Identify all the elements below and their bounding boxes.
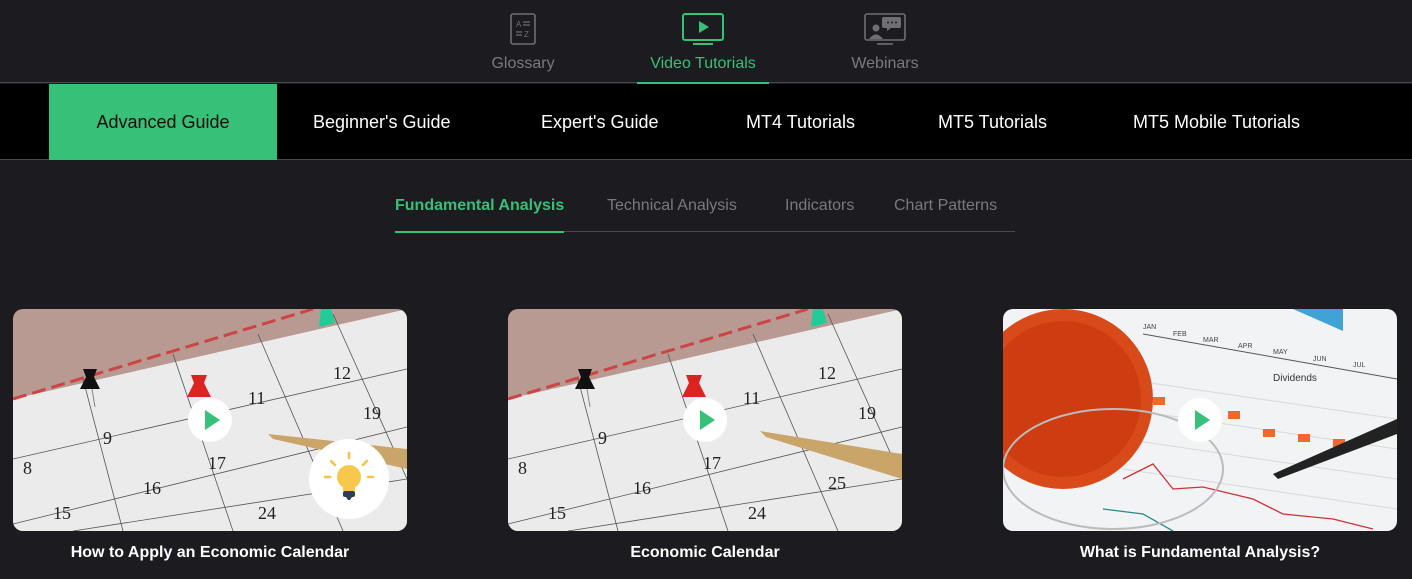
category-bar: Advanced Guide Beginner's Guide Expert's…: [0, 84, 1412, 160]
svg-text:JUL: JUL: [1353, 362, 1366, 369]
webinar-presenter-icon: [864, 13, 906, 51]
topic-tabs: Fundamental Analysis Technical Analysis …: [395, 190, 1015, 233]
video-card[interactable]: 9 17 11 12 19 16 15 24 25 8 Economic Calendar: [508, 309, 902, 562]
video-title[interactable]: Economic Calendar: [508, 544, 902, 562]
video-thumbnail[interactable]: 9 17 11 12 19 16 15 24 25 8: [508, 309, 902, 531]
svg-text:Dividends: Dividends: [1273, 373, 1317, 384]
svg-text:16: 16: [143, 478, 161, 498]
svg-text:FEB: FEB: [1173, 331, 1187, 338]
category-experts-guide[interactable]: Expert's Guide: [541, 84, 659, 160]
svg-text:16: 16: [633, 478, 651, 498]
category-beginners-guide[interactable]: Beginner's Guide: [313, 84, 451, 160]
svg-text:15: 15: [53, 503, 71, 523]
nav-video-tutorials[interactable]: Video Tutorials: [637, 0, 769, 84]
category-advanced-guide[interactable]: Advanced Guide: [49, 84, 277, 160]
svg-text:15: 15: [548, 503, 566, 523]
category-mt4-tutorials[interactable]: MT4 Tutorials: [746, 84, 855, 160]
svg-text:A: A: [516, 20, 522, 29]
category-mt5-mobile-tutorials[interactable]: MT5 Mobile Tutorials: [1133, 84, 1300, 160]
glossary-az-icon: AZ: [510, 13, 536, 50]
svg-text:17: 17: [703, 453, 721, 473]
nav-webinars-label: Webinars: [851, 55, 919, 72]
svg-text:Z: Z: [524, 30, 529, 39]
video-title[interactable]: How to Apply an Economic Calendar: [13, 544, 407, 562]
video-monitor-icon: [682, 13, 724, 51]
video-card[interactable]: JAN FEB MAR APR MAY JUN JUL Dividends What is …: [1003, 309, 1397, 562]
svg-text:12: 12: [333, 363, 351, 383]
svg-text:19: 19: [858, 403, 876, 423]
nav-webinars[interactable]: Webinars: [838, 0, 932, 83]
svg-text:11: 11: [743, 388, 760, 408]
section-nav: AZ Glossary Video Tutorials Webinars: [0, 0, 1412, 84]
video-thumbnail[interactable]: JAN FEB MAR APR MAY JUN JUL Dividends: [1003, 309, 1397, 531]
svg-text:24: 24: [748, 503, 766, 523]
category-mt5-tutorials[interactable]: MT5 Tutorials: [938, 84, 1047, 160]
svg-text:25: 25: [828, 473, 846, 493]
svg-text:8: 8: [518, 458, 527, 478]
nav-glossary[interactable]: AZ Glossary: [478, 0, 568, 83]
svg-text:JAN: JAN: [1143, 324, 1156, 331]
svg-text:9: 9: [103, 428, 112, 448]
nav-video-tutorials-label: Video Tutorials: [650, 55, 756, 72]
video-card[interactable]: 9 17 11 12 19 16 15 24 8 How to Apply an Economi…: [13, 309, 407, 562]
svg-text:8: 8: [23, 458, 32, 478]
svg-text:MAR: MAR: [1203, 337, 1219, 344]
play-icon[interactable]: [683, 398, 727, 442]
play-icon[interactable]: [188, 398, 232, 442]
tab-indicators[interactable]: Indicators: [785, 197, 854, 232]
play-icon[interactable]: [1178, 398, 1222, 442]
svg-text:24: 24: [258, 503, 276, 523]
svg-text:MAY: MAY: [1273, 349, 1288, 356]
svg-text:9: 9: [598, 428, 607, 448]
tab-chart-patterns[interactable]: Chart Patterns: [894, 197, 997, 232]
svg-text:APR: APR: [1238, 343, 1252, 350]
svg-text:11: 11: [248, 388, 265, 408]
lightbulb-icon: [309, 439, 389, 519]
svg-text:17: 17: [208, 453, 226, 473]
svg-text:JUN: JUN: [1313, 356, 1327, 363]
tab-technical-analysis[interactable]: Technical Analysis: [607, 197, 737, 232]
nav-glossary-label: Glossary: [491, 55, 555, 72]
tab-fundamental-analysis[interactable]: Fundamental Analysis: [395, 197, 565, 233]
video-title[interactable]: What is Fundamental Analysis?: [1003, 544, 1397, 562]
video-thumbnail[interactable]: 9 17 11 12 19 16 15 24 8: [13, 309, 407, 531]
svg-text:19: 19: [363, 403, 381, 423]
svg-text:12: 12: [818, 363, 836, 383]
